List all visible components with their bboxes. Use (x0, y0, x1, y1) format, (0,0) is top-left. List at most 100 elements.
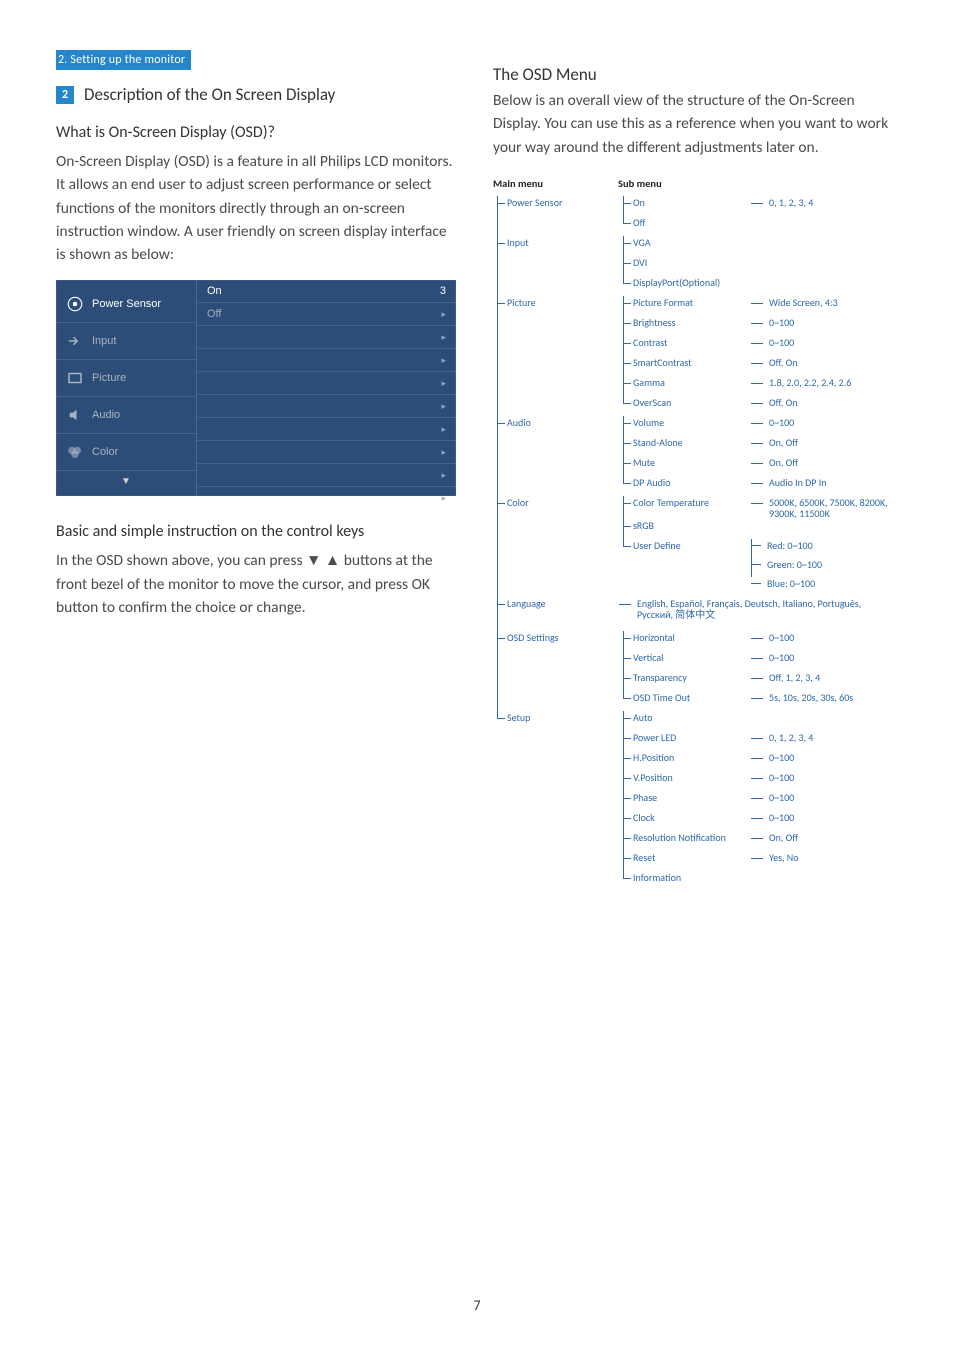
tree-sub-row: Picture FormatWide Screen, 4:3 (619, 296, 894, 316)
tree-main-label: Input (507, 236, 619, 296)
tree-sub-value: Red: 0~100 (759, 540, 894, 551)
tree-sub-label: Color Temperature (633, 496, 751, 519)
tree-sub-label: Picture Format (633, 296, 751, 316)
tree-sub-label: Clock (633, 811, 751, 831)
tree-sub-group: Color Temperature5000K, 6500K, 7500K, 82… (619, 496, 894, 597)
osd-menu-tree: Power SensorOn0, 1, 2, 3, 4OffInputVGADV… (493, 196, 894, 891)
tree-sub-value: Audio In DP In (751, 476, 894, 496)
osd-row-on: On 3 (197, 280, 456, 303)
tree-sub-row: Auto (619, 711, 894, 731)
tree-sub-group: AutoPower LED0, 1, 2, 3, 4H.Position0~10… (619, 711, 894, 891)
tree-sub-value: Wide Screen, 4:3 (751, 296, 894, 316)
osd-menu-right: On 3 Off ▸ ▸ ▸ ▸ ▸ ▸ ▸ ▸ ▸ (197, 280, 456, 496)
tree-sub-label: OverScan (633, 396, 751, 416)
tree-sub-label: Transparency (633, 671, 751, 691)
osd-item-color: Color (56, 434, 196, 471)
chevron-right-icon: ▸ (441, 309, 446, 320)
osd-row-blank: ▸ (197, 326, 456, 349)
osd-row-blank: ▸ (197, 464, 456, 487)
controls-heading: Basic and simple instruction on the cont… (56, 522, 457, 541)
tree-sub-label: sRGB (633, 519, 751, 539)
left-column: 2. Setting up the monitor 2 Description … (56, 50, 457, 891)
page-number: 7 (0, 1297, 954, 1314)
osd-screenshot: Power Sensor Input Picture Audio Color (56, 280, 456, 496)
osd-row-blank: ▸ (197, 418, 456, 441)
tree-sub-value: 0~100 (751, 651, 894, 671)
tree-sub-value: 5s, 10s, 20s, 30s, 60s (751, 691, 894, 711)
tree-sub-row: DisplayPort(Optional) (619, 276, 894, 296)
tree-section: Power SensorOn0, 1, 2, 3, 4Off (493, 196, 894, 236)
question-heading: What is On-Screen Display (OSD)? (56, 123, 457, 142)
osd-item-label: Input (92, 335, 116, 347)
tree-sub-label: V.Position (633, 771, 751, 791)
tree-sub-value-group: Red: 0~100Green: 0~100Blue: 0~100 (751, 539, 894, 597)
header-bar: 2. Setting up the monitor (56, 50, 191, 70)
tree-sub-row: V.Position0~100 (619, 771, 894, 791)
tree-sub-label: Brightness (633, 316, 751, 336)
tree-sub-row: Horizontal0~100 (619, 631, 894, 651)
tree-main-label: Power Sensor (507, 196, 619, 236)
osd-item-label: Picture (92, 372, 126, 384)
osd-row-off: Off ▸ (197, 303, 456, 326)
tree-sub-label: SmartContrast (633, 356, 751, 376)
tree-sub-label: English, Español, Français, Deutsch, Ita… (619, 597, 894, 620)
tree-header-sub: Sub menu (618, 177, 894, 190)
right-column: The OSD Menu Below is an overall view of… (493, 50, 894, 891)
osd-row-label: On (207, 285, 287, 297)
osd-item-label: Color (92, 446, 118, 458)
tree-sub-group: On0, 1, 2, 3, 4Off (619, 196, 894, 236)
tree-sub-value: 1.8, 2.0, 2.2, 2.4, 2.6 (751, 376, 894, 396)
tree-sub-value: Yes, No (751, 851, 894, 871)
tree-sub-label: Resolution Notification (633, 831, 751, 851)
tree-sub-label: OSD Time Out (633, 691, 751, 711)
tree-sub-row: DP AudioAudio In DP In (619, 476, 894, 496)
controls-paragraph: In the OSD shown above, you can press ▼ … (56, 549, 457, 619)
tree-sub-group: English, Español, Français, Deutsch, Ita… (619, 597, 894, 631)
tree-sub-row: Information (619, 871, 894, 891)
osd-row-blank: ▸ (197, 349, 456, 372)
tree-header: Main menu Sub menu (493, 177, 894, 190)
tree-sub-row: DVI (619, 256, 894, 276)
tree-sub-row: OSD Time Out5s, 10s, 20s, 30s, 60s (619, 691, 894, 711)
tree-sub-row: User DefineRed: 0~100Green: 0~100Blue: 0… (619, 539, 894, 597)
tree-sub-label: Reset (633, 851, 751, 871)
tree-sub-label: Volume (633, 416, 751, 436)
tree-sub-value: 5000K, 6500K, 7500K, 8200K, 9300K, 11500… (751, 496, 894, 519)
tree-sub-row: Gamma1.8, 2.0, 2.2, 2.4, 2.6 (619, 376, 894, 396)
tree-sub-label: Information (633, 871, 751, 891)
tree-section: ColorColor Temperature5000K, 6500K, 7500… (493, 496, 894, 597)
tree-sub-label: Vertical (633, 651, 751, 671)
section-number: 2 (56, 86, 74, 104)
osd-row-label: Off (207, 308, 287, 320)
osd-menu-paragraph: Below is an overall view of the structur… (493, 89, 894, 159)
tree-sub-label: DP Audio (633, 476, 751, 496)
tree-sub-group: Volume0~100Stand-AloneOn, OffMuteOn, Off… (619, 416, 894, 496)
tree-sub-label: VGA (633, 236, 751, 256)
tree-sub-value: Off, On (751, 396, 894, 416)
osd-menu-left: Power Sensor Input Picture Audio Color (56, 280, 197, 496)
tree-sub-row: Phase0~100 (619, 791, 894, 811)
tree-sub-label: DVI (633, 256, 751, 276)
tree-section: AudioVolume0~100Stand-AloneOn, OffMuteOn… (493, 416, 894, 496)
tree-section: Input VGADVIDisplayPort(Optional) (493, 236, 894, 296)
tree-sub-label: Auto (633, 711, 751, 731)
tree-sub-label: Off (633, 216, 751, 236)
osd-item-picture: Picture (56, 360, 196, 397)
tree-sub-value: Green: 0~100 (759, 559, 894, 570)
tree-sub-row: Power LED0, 1, 2, 3, 4 (619, 731, 894, 751)
tree-section: LanguageEnglish, Español, Français, Deut… (493, 597, 894, 631)
page: { "header_bar": "2. Setting up the monit… (0, 0, 954, 1350)
tree-sub-row: MuteOn, Off (619, 456, 894, 476)
tree-sub-value: On, Off (751, 831, 894, 851)
tree-main-label: Setup (507, 711, 619, 891)
tree-sub-value: 0~100 (751, 791, 894, 811)
tree-sub-label: Horizontal (633, 631, 751, 651)
tree-sub-value: 0, 1, 2, 3, 4 (751, 196, 894, 216)
tree-sub-value: 0, 1, 2, 3, 4 (751, 731, 894, 751)
osd-row-blank: ▸ (197, 395, 456, 418)
tree-sub-label: On (633, 196, 751, 216)
tree-sub-row: OverScanOff, On (619, 396, 894, 416)
tree-main-label: Color (507, 496, 619, 597)
tree-section: PicturePicture FormatWide Screen, 4:3Bri… (493, 296, 894, 416)
tree-sub-label: Power LED (633, 731, 751, 751)
